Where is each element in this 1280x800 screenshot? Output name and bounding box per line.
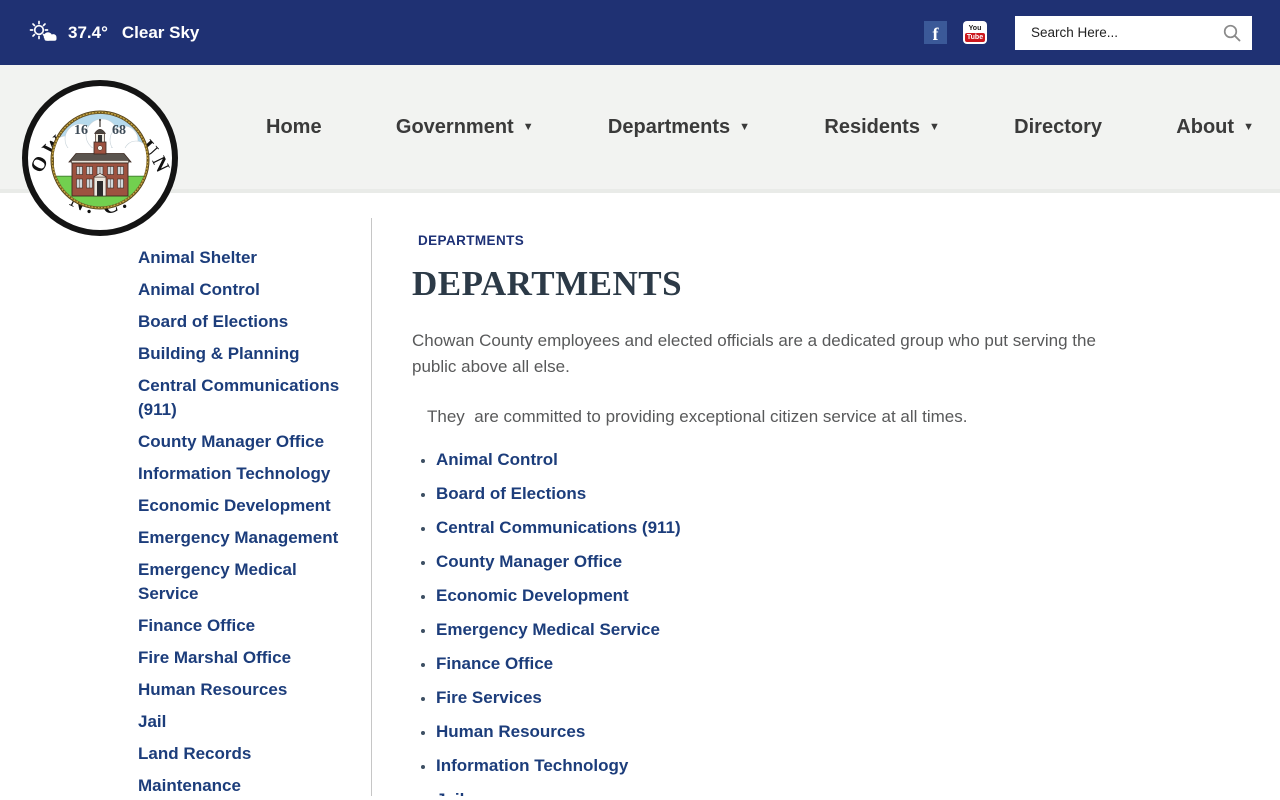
chevron-down-icon: ▼ [928, 120, 940, 133]
department-link[interactable]: County Manager Office [436, 552, 622, 571]
breadcrumb[interactable]: DEPARTMENTS [412, 233, 1220, 248]
department-link[interactable]: Board of Elections [436, 484, 586, 503]
nav-item-label: Government [395, 115, 514, 138]
weather-condition-text: Clear Sky [121, 22, 200, 42]
nav-item-label: Home [266, 115, 322, 138]
nav-item[interactable]: Residents ▼ [824, 116, 939, 139]
department-link[interactable]: Economic Development [436, 586, 629, 605]
sidebar-department-list: Animal Shelter Animal Control Board of E… [138, 246, 353, 796]
sidebar-department-link[interactable]: County Manager Office [138, 430, 353, 454]
list-item: County Manager Office [436, 552, 1220, 572]
nav-item[interactable]: Government ▼ [396, 116, 534, 139]
department-link[interactable]: Finance Office [436, 654, 553, 673]
department-link[interactable]: Fire Services [436, 688, 542, 707]
youtube-you-text: You [968, 24, 982, 32]
site-header: CHOWAN COUNTY N. C. [0, 61, 1280, 236]
department-link[interactable]: Emergency Medical Service [436, 620, 660, 639]
departments-sidebar: Animal Shelter Animal Control Board of E… [0, 193, 371, 796]
list-item: Central Communications (911) [436, 518, 1220, 538]
nav-item-label: Directory [1014, 115, 1102, 138]
main-panel: DEPARTMENTS DEPARTMENTS Chowan County em… [371, 193, 1280, 796]
search-input[interactable] [1029, 24, 1222, 41]
department-list: Animal Control Board of Elections Centra… [412, 450, 1220, 796]
sidebar-department-link[interactable]: Building & Planning [138, 342, 353, 366]
nav-item-label: Residents [824, 115, 920, 138]
sidebar-department-link[interactable]: Human Resources [138, 678, 353, 702]
youtube-icon[interactable]: You Tube [963, 21, 987, 44]
department-link[interactable]: Jail [436, 790, 464, 796]
vertical-divider [371, 218, 372, 796]
sidebar-department-link[interactable]: Emergency Medical Service [138, 558, 353, 606]
list-item: Information Technology [436, 756, 1220, 776]
chevron-down-icon: ▼ [1243, 120, 1254, 133]
sidebar-department-link[interactable]: Board of Elections [138, 310, 353, 334]
seal-year-right: 68 [112, 123, 126, 138]
content-area: Animal Shelter Animal Control Board of E… [0, 193, 1280, 796]
nav-item-label: Departments [607, 115, 731, 138]
sidebar-department-link[interactable]: Animal Control [138, 278, 353, 302]
sidebar-department-link[interactable]: Central Communications (911) [138, 374, 353, 422]
sidebar-department-link[interactable]: Jail [138, 710, 353, 734]
search-box [1015, 15, 1252, 50]
department-link[interactable]: Central Communications (911) [436, 518, 681, 537]
sidebar-department-link[interactable]: Land Records [138, 742, 353, 766]
list-item: Jail [436, 790, 1220, 796]
main-nav: Home ▼ Government ▼ Departments ▼ Reside… [240, 65, 1254, 189]
nav-item[interactable]: About ▼ [1176, 116, 1254, 139]
topbar-right: f You Tube [924, 15, 1252, 50]
sidebar-department-link[interactable]: Information Technology [138, 462, 353, 486]
sidebar-department-link[interactable]: Emergency Management [138, 526, 353, 550]
list-item: Economic Development [436, 586, 1220, 606]
department-link[interactable]: Animal Control [436, 450, 558, 469]
intro-text: Chowan County employees and elected offi… [412, 331, 1096, 377]
nav-item[interactable]: Departments ▼ [608, 116, 750, 139]
department-link[interactable]: Human Resources [436, 722, 585, 741]
list-item: Finance Office [436, 654, 1220, 674]
list-item: Board of Elections [436, 484, 1220, 504]
sun-cloud-icon [28, 20, 58, 45]
sidebar-department-link[interactable]: Fire Marshal Office [138, 646, 353, 670]
page-title: DEPARTMENTS [412, 264, 683, 303]
nav-item[interactable]: Directory ▼ [1014, 116, 1102, 139]
sidebar-department-link[interactable]: Maintenance [138, 774, 353, 796]
sidebar-department-link[interactable]: Animal Shelter [138, 246, 353, 270]
chevron-down-icon: ▼ [522, 120, 534, 133]
temperature-text: 37.4° [68, 22, 108, 42]
nav-item[interactable]: Home ▼ [266, 116, 322, 139]
list-item: Emergency Medical Service [436, 620, 1220, 640]
facebook-letter: f [932, 24, 939, 44]
sidebar-department-link[interactable]: Economic Development [138, 494, 353, 518]
nav-item-label: About [1176, 115, 1235, 138]
weather-widget: 37.4° Clear Sky [28, 20, 199, 45]
department-link[interactable]: Information Technology [436, 756, 628, 775]
youtube-tube-text: Tube [964, 32, 986, 42]
search-icon[interactable] [1222, 23, 1242, 43]
facebook-icon[interactable]: f [924, 21, 947, 44]
top-bar: 37.4° Clear Sky f You Tube [0, 0, 1280, 65]
chevron-down-icon: ▼ [739, 120, 751, 133]
county-seal-logo[interactable]: CHOWAN COUNTY N. C. [11, 61, 180, 238]
list-item: Human Resources [436, 722, 1220, 742]
seal-year-left: 16 [74, 123, 88, 138]
list-item: Fire Services [436, 688, 1220, 708]
list-item: Animal Control [436, 450, 1220, 470]
commitment-text: They are committed to providing exceptio… [427, 406, 968, 426]
sidebar-department-link[interactable]: Finance Office [138, 614, 353, 638]
